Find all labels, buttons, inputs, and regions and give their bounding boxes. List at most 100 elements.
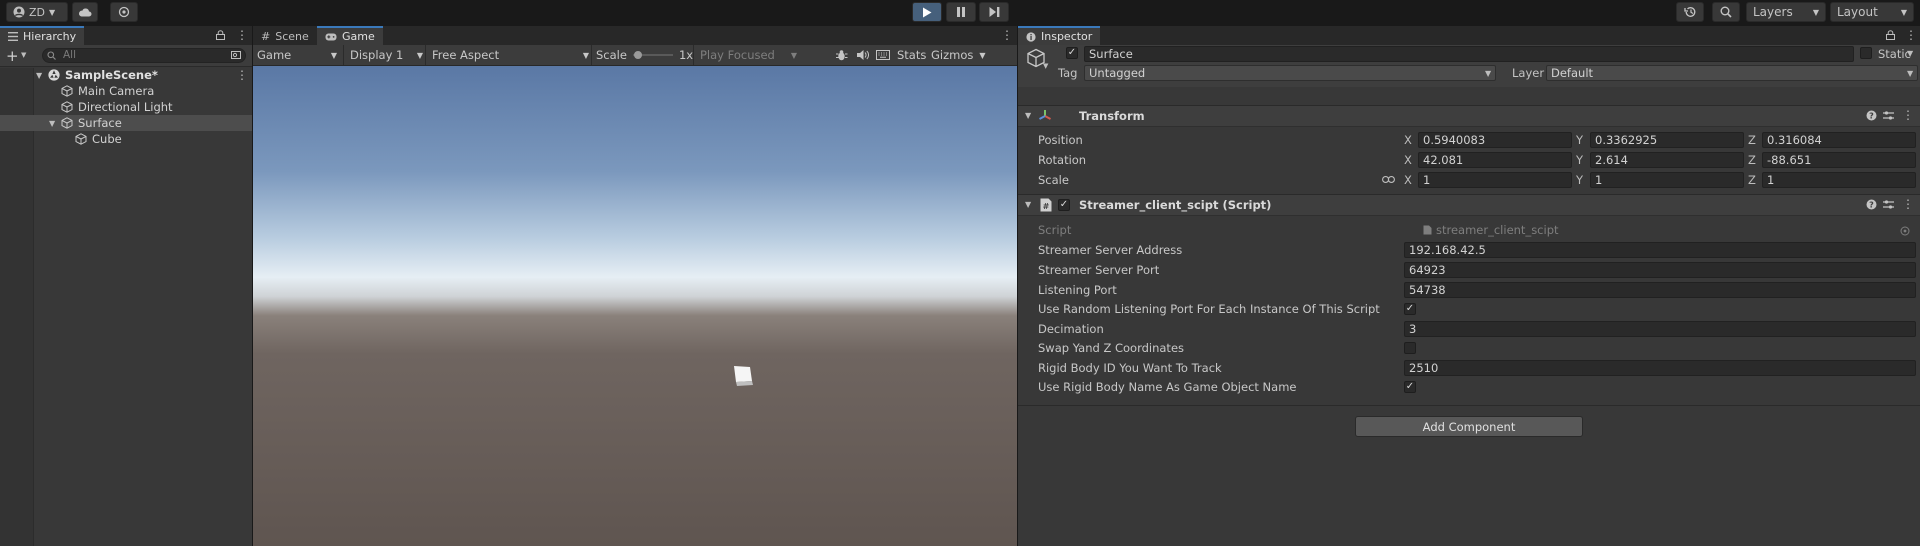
- foldout-expanded-icon[interactable]: ▼: [1025, 200, 1031, 209]
- stats-button[interactable]: Stats: [897, 45, 926, 65]
- aspect-dropdown[interactable]: Free Aspect ▼: [425, 45, 589, 65]
- bug-icon[interactable]: [835, 49, 848, 62]
- scale-y-axis-label[interactable]: Y: [1576, 172, 1583, 188]
- scale-y-field[interactable]: 1: [1590, 172, 1744, 188]
- gamepad-icon: [325, 33, 337, 41]
- more-options-icon[interactable]: ⋮: [236, 28, 248, 42]
- more-options-icon[interactable]: ⋮: [1902, 197, 1914, 211]
- foldout-expanded-icon[interactable]: ▼: [1025, 111, 1031, 120]
- cloud-button[interactable]: [72, 2, 98, 22]
- lock-icon[interactable]: [216, 30, 225, 40]
- more-options-icon[interactable]: ⋮: [1905, 28, 1917, 42]
- tab-scene[interactable]: # Scene: [253, 27, 317, 45]
- hierarchy-item-main-camera[interactable]: Main Camera: [0, 83, 252, 99]
- filter-icon[interactable]: [231, 51, 241, 60]
- layers-dropdown[interactable]: Layers ▼: [1746, 2, 1826, 22]
- position-x-field[interactable]: 0.5940083: [1418, 132, 1572, 148]
- rotation-y-field[interactable]: 2.614: [1590, 152, 1744, 168]
- use-rigid-body-name-checkbox[interactable]: ✓: [1404, 381, 1416, 393]
- layer-dropdown[interactable]: Default: [1546, 65, 1918, 81]
- position-label: Position: [1038, 133, 1083, 147]
- collab-button[interactable]: [110, 2, 138, 22]
- foldout-expanded-icon[interactable]: ▼: [49, 119, 55, 128]
- speaker-icon[interactable]: [856, 49, 869, 61]
- scale-slider[interactable]: [632, 50, 673, 60]
- rotation-y-axis-label[interactable]: Y: [1576, 152, 1583, 168]
- tag-dropdown[interactable]: Untagged: [1084, 65, 1496, 81]
- search-icon: [1720, 6, 1732, 18]
- tab-hierarchy[interactable]: Hierarchy: [0, 26, 85, 45]
- listening-port-input[interactable]: 54738: [1404, 282, 1916, 298]
- chevron-down-icon[interactable]: ▼: [21, 51, 26, 59]
- add-component-button[interactable]: Add Component: [1355, 416, 1583, 437]
- help-icon[interactable]: ?: [1866, 110, 1877, 121]
- tab-inspector[interactable]: Inspector: [1018, 26, 1101, 45]
- scale-z-axis-label[interactable]: Z: [1748, 172, 1756, 188]
- hierarchy-item-directional-light[interactable]: Directional Light: [0, 99, 252, 115]
- search-button[interactable]: [1712, 2, 1740, 22]
- add-icon[interactable]: +: [6, 47, 19, 65]
- help-icon[interactable]: ?: [1866, 199, 1877, 210]
- swap-yz-checkbox[interactable]: [1404, 342, 1416, 354]
- rotation-x-axis-label[interactable]: X: [1404, 152, 1412, 168]
- play-focused-dropdown[interactable]: Play Focused ▼: [693, 45, 797, 65]
- main-toolbar: ZD ▼ Layers ▼ Layout ▼: [0, 0, 1920, 24]
- random-port-checkbox[interactable]: ✓: [1404, 303, 1416, 315]
- field-label-random-port: Use Random Listening Port For Each Insta…: [1038, 302, 1380, 316]
- rotation-x-field[interactable]: 42.081: [1418, 152, 1572, 168]
- tab-game[interactable]: Game: [317, 26, 383, 45]
- object-name-field[interactable]: Surface: [1084, 46, 1854, 62]
- game-view-type-dropdown[interactable]: Game ▼: [257, 45, 337, 65]
- list-icon: [8, 32, 18, 41]
- hierarchy-item-cube[interactable]: Cube: [0, 131, 252, 147]
- decimation-input[interactable]: 3: [1404, 321, 1916, 337]
- game-render-viewport[interactable]: [253, 66, 1017, 546]
- position-x-axis-label[interactable]: X: [1404, 132, 1412, 148]
- step-button[interactable]: [979, 2, 1009, 22]
- script-enabled-checkbox[interactable]: ✓: [1058, 199, 1070, 211]
- position-z-axis-label[interactable]: Z: [1748, 132, 1756, 148]
- more-options-icon[interactable]: ⋮: [236, 68, 248, 82]
- preset-sliders-icon[interactable]: [1883, 199, 1894, 210]
- server-port-input[interactable]: 64923: [1404, 262, 1916, 278]
- active-checkbox[interactable]: ✓: [1066, 47, 1078, 59]
- hierarchy-tab-label: Hierarchy: [23, 30, 77, 43]
- foldout-expanded-icon[interactable]: ▼: [36, 71, 42, 80]
- link-icon[interactable]: [1382, 175, 1395, 184]
- static-checkbox[interactable]: [1860, 47, 1872, 59]
- account-dropdown[interactable]: ZD ▼: [6, 2, 68, 22]
- server-address-input[interactable]: 192.168.42.5: [1404, 242, 1916, 258]
- hierarchy-search-input[interactable]: All: [42, 48, 246, 63]
- script-reference-field: streamer_client_scipt: [1418, 222, 1916, 238]
- transform-header[interactable]: ▼ Transform ? ⋮: [1018, 105, 1920, 127]
- play-button[interactable]: [912, 2, 942, 22]
- scale-x-axis-label[interactable]: X: [1404, 172, 1412, 188]
- layout-dropdown[interactable]: Layout ▼: [1830, 2, 1914, 22]
- scale-z-field[interactable]: 1: [1762, 172, 1916, 188]
- rigid-body-id-input[interactable]: 2510: [1404, 360, 1916, 376]
- chevron-down-icon[interactable]: ▼: [1043, 62, 1048, 70]
- lock-icon[interactable]: [1886, 30, 1895, 40]
- position-y-axis-label[interactable]: Y: [1576, 132, 1583, 148]
- gizmos-dropdown[interactable]: Gizmos ▼: [931, 45, 1015, 65]
- history-button[interactable]: [1676, 2, 1704, 22]
- rotation-z-field[interactable]: -88.651: [1762, 152, 1916, 168]
- hierarchy-item-scene[interactable]: ▼ SampleScene* ⋮: [0, 67, 252, 83]
- transform-title: Transform: [1079, 109, 1145, 123]
- chevron-down-icon[interactable]: ▼: [1907, 49, 1913, 58]
- script-component-header[interactable]: ▼ # ✓ Streamer_client_scipt (Script) ? ⋮: [1018, 194, 1920, 216]
- more-options-icon[interactable]: ⋮: [1001, 28, 1013, 42]
- more-options-icon[interactable]: ⋮: [1902, 108, 1914, 122]
- object-picker-icon[interactable]: [1900, 226, 1910, 236]
- rotation-z-axis-label[interactable]: Z: [1748, 152, 1756, 168]
- position-z-field[interactable]: 0.316084: [1762, 132, 1916, 148]
- preset-sliders-icon[interactable]: [1883, 110, 1894, 121]
- field-label-listening-port: Listening Port: [1038, 283, 1117, 297]
- hierarchy-item-label: Main Camera: [78, 84, 155, 98]
- keyboard-icon[interactable]: [876, 49, 890, 61]
- hierarchy-item-surface[interactable]: ▼ Surface: [0, 115, 252, 131]
- position-y-field[interactable]: 0.3362925: [1590, 132, 1744, 148]
- display-dropdown[interactable]: Display 1 ▼: [343, 45, 423, 65]
- scale-x-field[interactable]: 1: [1418, 172, 1572, 188]
- pause-button[interactable]: [946, 2, 976, 22]
